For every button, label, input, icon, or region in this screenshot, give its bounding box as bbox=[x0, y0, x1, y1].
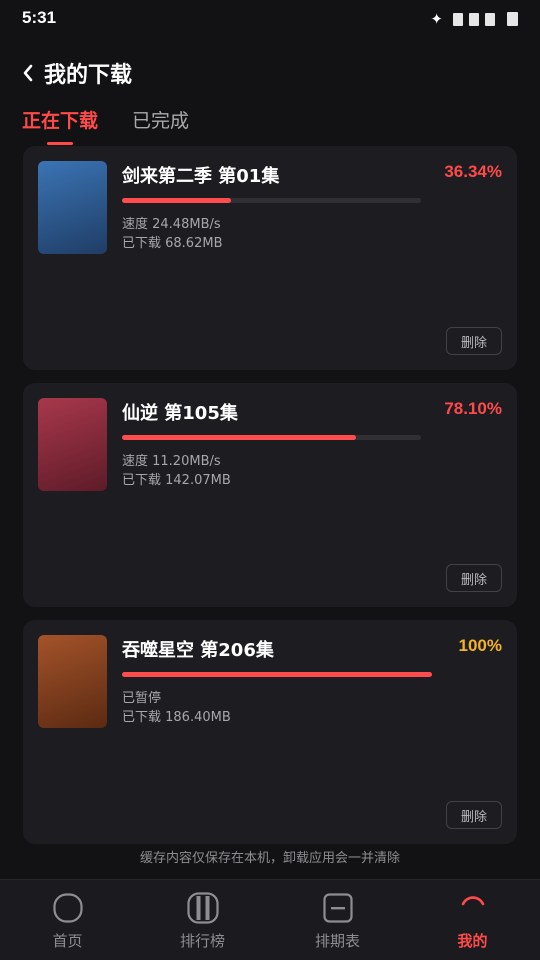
signal-icon bbox=[453, 12, 463, 26]
download-status: 已暂停 bbox=[122, 691, 162, 706]
nav-item-ranking[interactable]: 排行榜 bbox=[135, 880, 270, 960]
bottom-nav: 首页 排行榜 排期表 我的 bbox=[0, 879, 540, 960]
download-card[interactable]: 吞噬星空 第206集 100% 已暂停 已下载 186.40MB 删除 bbox=[23, 620, 517, 844]
signal-icon bbox=[485, 12, 495, 26]
nav-label: 首页 bbox=[52, 932, 83, 950]
download-speed: 速度 24.48MB/s bbox=[122, 217, 221, 232]
nav-label: 排行榜 bbox=[179, 932, 225, 950]
tab-indicator bbox=[47, 142, 73, 145]
delete-button[interactable]: 删除 bbox=[446, 564, 502, 592]
tab-label: 已完成 bbox=[132, 110, 190, 132]
progress-fill bbox=[122, 672, 432, 677]
nav-item-home[interactable]: 首页 bbox=[0, 880, 135, 960]
delete-button[interactable]: 删除 bbox=[446, 327, 502, 355]
download-speed: 速度 11.20MB/s bbox=[122, 454, 221, 469]
tab-bar: 正在下载 已完成 bbox=[22, 106, 189, 145]
downloaded-size: 已下载 68.62MB bbox=[122, 236, 223, 251]
progress-fill bbox=[122, 435, 356, 440]
ranking-icon bbox=[186, 892, 219, 924]
progress-percent: 78.10% bbox=[444, 399, 502, 418]
cover-thumbnail bbox=[38, 398, 107, 491]
cover-thumbnail bbox=[38, 161, 107, 254]
download-card[interactable]: 剑来第二季 第01集 36.34% 速度 24.48MB/s 已下载 68.62… bbox=[23, 146, 517, 370]
progress-percent: 36.34% bbox=[444, 162, 502, 181]
progress-fill bbox=[122, 198, 231, 203]
progress-percent: 100% bbox=[458, 636, 502, 655]
schedule-icon bbox=[322, 892, 354, 924]
tab-downloading[interactable]: 正在下载 bbox=[22, 106, 98, 145]
tab-label: 正在下载 bbox=[22, 110, 99, 132]
nav-label: 排期表 bbox=[314, 932, 360, 950]
status-time: 5:31 bbox=[22, 8, 57, 27]
nav-item-schedule[interactable]: 排期表 bbox=[270, 880, 405, 960]
progress-bar bbox=[122, 198, 421, 203]
card-title: 剑来第二季 第01集 bbox=[122, 166, 280, 187]
page-title: 我的下载 bbox=[44, 63, 133, 88]
card-title: 吞噬星空 第206集 bbox=[122, 640, 274, 661]
profile-icon bbox=[457, 892, 489, 924]
downloaded-size: 已下载 186.40MB bbox=[122, 710, 231, 725]
delete-button[interactable]: 删除 bbox=[446, 801, 502, 829]
progress-bar bbox=[122, 672, 432, 677]
cover-thumbnail bbox=[38, 635, 107, 728]
card-title: 仙逆 第105集 bbox=[122, 403, 238, 424]
downloaded-size: 已下载 142.07MB bbox=[122, 473, 231, 488]
download-card[interactable]: 仙逆 第105集 78.10% 速度 11.20MB/s 已下载 142.07M… bbox=[23, 383, 517, 607]
signal-icon bbox=[469, 12, 479, 26]
cache-notice: 缓存内容仅保存在本机，卸载应用会一并清除 bbox=[139, 851, 400, 866]
battery-icon bbox=[507, 12, 518, 26]
home-icon bbox=[52, 892, 84, 924]
progress-bar bbox=[122, 435, 421, 440]
tab-completed[interactable]: 已完成 bbox=[132, 106, 189, 145]
sparkle-icon: ✦ bbox=[430, 10, 443, 28]
chevron-left-icon[interactable] bbox=[18, 58, 38, 88]
header: 我的下载 bbox=[18, 56, 132, 90]
status-icons: ✦ bbox=[430, 10, 518, 28]
status-bar: 5:31 ✦ bbox=[0, 0, 540, 40]
nav-label: 我的 bbox=[457, 932, 488, 950]
nav-item-profile[interactable]: 我的 bbox=[405, 880, 540, 960]
